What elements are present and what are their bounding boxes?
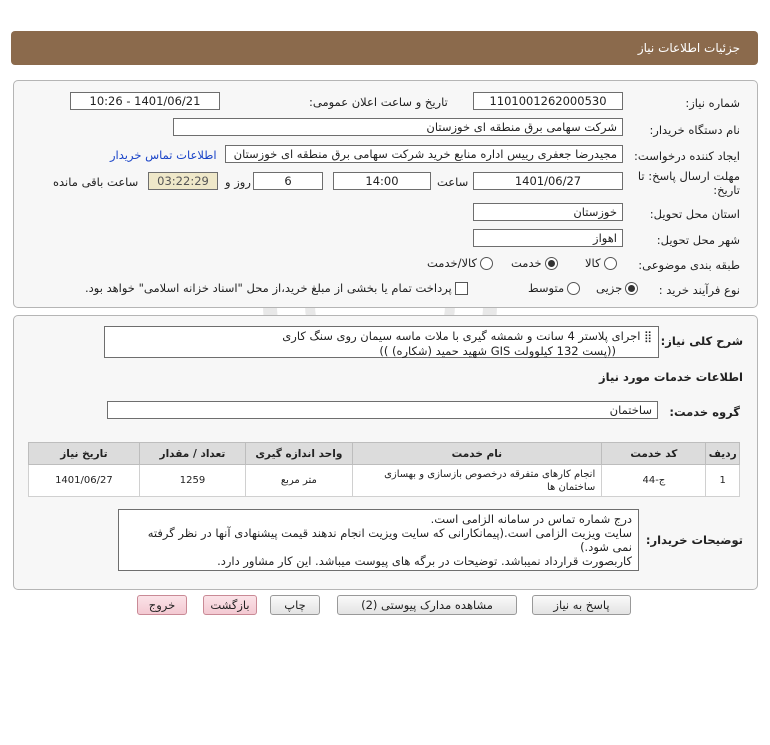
- service-group-field[interactable]: ساختمان: [107, 401, 658, 419]
- page-header: جزئیات اطلاعات نیاز: [11, 31, 758, 65]
- radio-icon[interactable]: [480, 256, 494, 270]
- view-attachments-button[interactable]: مشاهده مدارک پیوستی (2): [337, 595, 517, 615]
- need-number-label: شماره نیاز:: [685, 96, 740, 110]
- col-name-header: نام خدمت: [351, 442, 603, 465]
- reply-button[interactable]: پاسخ به نیاز: [532, 595, 631, 615]
- services-table: ردیف کد خدمت نام خدمت واحد اندازه گیری ت…: [28, 442, 740, 497]
- days-field[interactable]: 6: [253, 172, 323, 190]
- radio-selected-icon[interactable]: [625, 281, 639, 295]
- buyer-contact-link[interactable]: اطلاعات تماس خریدار: [110, 148, 217, 162]
- process-label: نوع فرآیند خرید :: [658, 283, 740, 297]
- exit-button[interactable]: خروج: [137, 595, 187, 615]
- cell-name: انجام کارهای متفرقه درخصوص بازسازی و بهس…: [351, 464, 603, 497]
- deadline-time-label: ساعت: [437, 175, 469, 189]
- radio-icon[interactable]: [567, 281, 581, 295]
- col-date-header: تاریخ نیاز: [28, 442, 140, 465]
- cell-unit: متر مربع: [245, 464, 353, 497]
- deadline-date-label: تاریخ:: [713, 183, 740, 197]
- back-button[interactable]: بازگشت: [203, 595, 257, 615]
- buyer-notes-label: توضیحات خریدار:: [645, 533, 743, 547]
- province-label: استان محل تحویل:: [649, 207, 740, 221]
- cell-qty: 1259: [138, 464, 247, 497]
- announce-date-label: تاریخ و ساعت اعلان عمومی:: [309, 95, 448, 109]
- category-option-goods-service[interactable]: کالا/خدمت: [427, 256, 494, 270]
- cell-row: 1: [705, 464, 740, 497]
- col-qty-header: تعداد / مقدار: [138, 442, 247, 465]
- need-info-panel: [13, 80, 758, 308]
- city-label: شهر محل تحویل:: [656, 233, 740, 247]
- service-group-label: گروه خدمت:: [669, 405, 740, 419]
- table-row[interactable]: 1 ج-44 انجام کارهای متفرقه درخصوص بازساز…: [28, 464, 740, 497]
- col-unit-header: واحد اندازه گیری: [245, 442, 353, 465]
- buyer-org-field[interactable]: شرکت سهامی برق منطقه ای خوزستان: [173, 118, 623, 136]
- remaining-time-field: 03:22:29: [148, 172, 218, 190]
- need-number-field[interactable]: 1101001262000530: [473, 92, 623, 110]
- deadline-label: مهلت ارسال پاسخ: تا: [637, 169, 740, 183]
- treasury-payment-checkbox[interactable]: پرداخت تمام یا بخشی از مبلغ خرید،از محل …: [85, 281, 468, 295]
- services-section-title: اطلاعات خدمات مورد نیاز: [599, 370, 743, 384]
- city-field[interactable]: اهواز: [473, 229, 623, 247]
- buyer-org-label: نام دستگاه خریدار:: [649, 123, 740, 137]
- resize-icon: ⣿: [640, 330, 652, 343]
- page-title: جزئیات اطلاعات نیاز: [637, 41, 740, 55]
- need-summary-box[interactable]: ⣿ اجرای پلاستر 4 سانت و شمشه گیری با ملا…: [104, 326, 659, 358]
- cell-code: ج-44: [601, 464, 707, 497]
- remaining-time-label: ساعت باقی مانده: [53, 175, 139, 189]
- process-option-minor[interactable]: جزیی: [596, 281, 639, 295]
- cell-date: 1401/06/27: [28, 464, 140, 497]
- deadline-date-field[interactable]: 1401/06/27: [473, 172, 623, 190]
- col-row-header: ردیف: [705, 442, 740, 465]
- buyer-notes-box[interactable]: درج شماره تماس در سامانه الزامی است. سای…: [118, 509, 639, 571]
- category-option-service[interactable]: خدمت: [511, 256, 558, 270]
- category-option-goods[interactable]: کالا: [585, 256, 617, 270]
- province-field[interactable]: خوزستان: [473, 203, 623, 221]
- checkbox-icon[interactable]: [454, 281, 468, 295]
- creator-label: ایجاد کننده درخواست:: [634, 149, 740, 163]
- creator-field[interactable]: مجیدرضا جعفری رییس اداره منابع خرید شرکت…: [225, 145, 623, 163]
- deadline-time-field[interactable]: 14:00: [333, 172, 431, 190]
- radio-icon[interactable]: [603, 256, 617, 270]
- print-button[interactable]: چاپ: [270, 595, 320, 615]
- need-summary-label: شرح کلی نیاز:: [660, 334, 743, 348]
- category-label: طبقه بندی موضوعی:: [638, 258, 740, 272]
- radio-selected-icon[interactable]: [544, 256, 558, 270]
- process-option-medium[interactable]: متوسط: [528, 281, 581, 295]
- announce-date-field[interactable]: 1401/06/21 - 10:26: [70, 92, 220, 110]
- days-label: روز و: [225, 175, 251, 189]
- col-code-header: کد خدمت: [601, 442, 707, 465]
